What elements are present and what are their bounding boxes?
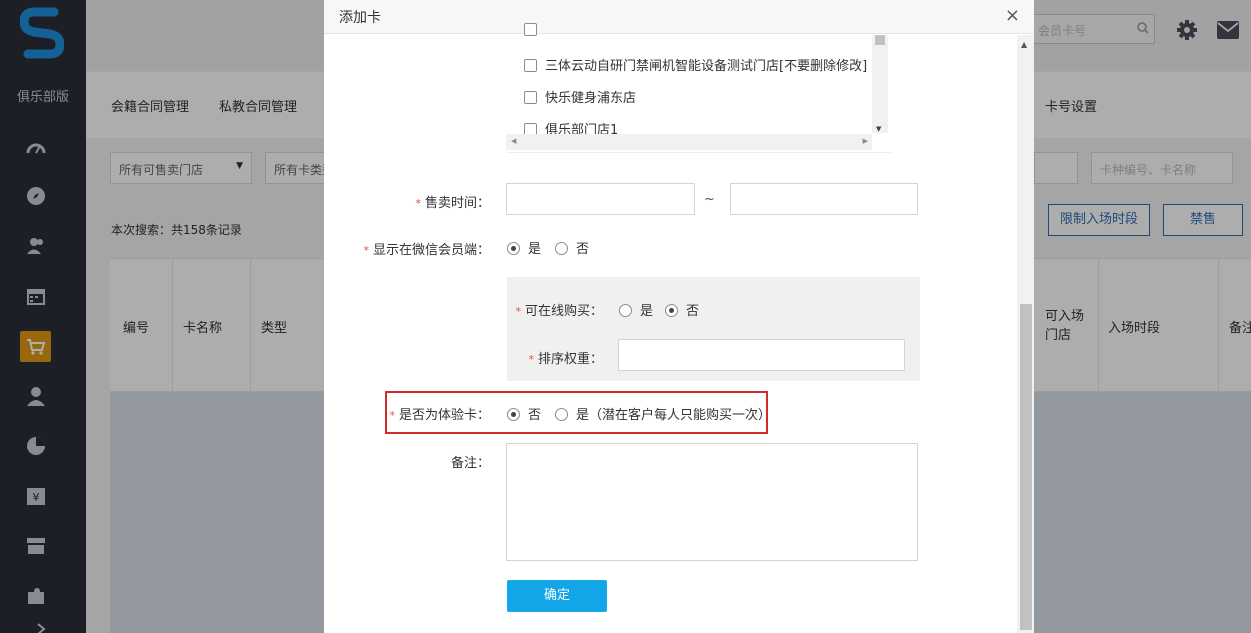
online-buy-no-option[interactable]: 否 [665, 300, 699, 319]
modal-title: 添加卡 [339, 10, 381, 26]
store-list-horizontal-scrollbar[interactable]: ◀ ▶ [506, 134, 872, 150]
online-buy-label: * 可在线购买： [515, 304, 603, 319]
radio-unselected[interactable] [619, 304, 632, 317]
required-mark: * [363, 244, 369, 257]
radio-selected[interactable] [507, 242, 520, 255]
show-wechat-label: * 显示在微信会员端： [363, 243, 490, 258]
add-card-modal: 添加卡 × 三体云动自研门禁闸机智能设备测试门店[不要删除修改] 快乐健身浦东店… [324, 0, 1034, 633]
required-mark: * [515, 305, 521, 318]
store-item: 三体云动自研门禁闸机智能设备测试门店[不要删除修改] [524, 55, 867, 74]
date-range-separator: ~ [704, 192, 715, 207]
scroll-left-arrow-icon[interactable]: ◀ [511, 137, 516, 145]
store-checkbox[interactable] [524, 23, 537, 36]
close-icon[interactable]: × [1005, 5, 1020, 26]
sale-time-end-input[interactable] [730, 183, 918, 215]
sale-time-start-input[interactable] [506, 183, 695, 215]
scroll-up-arrow-icon[interactable]: ▲ [1021, 40, 1027, 49]
store-checkbox[interactable] [524, 91, 537, 104]
sort-weight-label: * 排序权重： [528, 352, 603, 367]
store-list-vertical-scrollbar[interactable]: ▼ [872, 35, 888, 133]
required-mark: * [415, 197, 421, 210]
radio-selected[interactable] [665, 304, 678, 317]
trial-card-yes-option[interactable]: 是（潜在客户每人只能购买一次） [555, 404, 771, 423]
online-purchase-panel: * 可在线购买： 是 否 * 排序权重： [507, 277, 920, 381]
store-name: 快乐健身浦东店 [545, 91, 637, 106]
store-checkbox-list: 三体云动自研门禁闸机智能设备测试门店[不要删除修改] 快乐健身浦东店 俱乐部门店… [506, 23, 891, 153]
modal-header: 添加卡 × [324, 0, 1034, 34]
show-wechat-no-option[interactable]: 否 [555, 238, 589, 257]
scroll-down-arrow-icon[interactable]: ▼ [876, 125, 881, 133]
trial-card-no-option[interactable]: 否 [507, 404, 541, 423]
required-mark: * [389, 409, 395, 422]
store-item: 快乐健身浦东店 [524, 87, 636, 106]
sort-weight-input[interactable] [618, 339, 905, 371]
radio-unselected[interactable] [555, 408, 568, 421]
remark-label: 备注： [450, 456, 490, 471]
modal-scroll-thumb[interactable] [1020, 304, 1032, 630]
radio-unselected[interactable] [555, 242, 568, 255]
show-wechat-yes-option[interactable]: 是 [507, 238, 541, 257]
radio-selected[interactable] [507, 408, 520, 421]
trial-card-label: * 是否为体验卡： [389, 408, 490, 423]
scroll-right-arrow-icon[interactable]: ▶ [863, 137, 868, 145]
required-mark: * [528, 353, 534, 366]
store-item-partial [524, 23, 545, 38]
online-buy-yes-option[interactable]: 是 [619, 300, 653, 319]
store-name: 三体云动自研门禁闸机智能设备测试门店[不要删除修改] [545, 59, 868, 74]
remark-textarea[interactable] [506, 443, 918, 561]
sale-time-label: * 售卖时间： [415, 196, 490, 211]
store-checkbox[interactable] [524, 59, 537, 72]
confirm-button[interactable]: 确定 [507, 580, 607, 612]
scroll-thumb[interactable] [875, 35, 885, 45]
